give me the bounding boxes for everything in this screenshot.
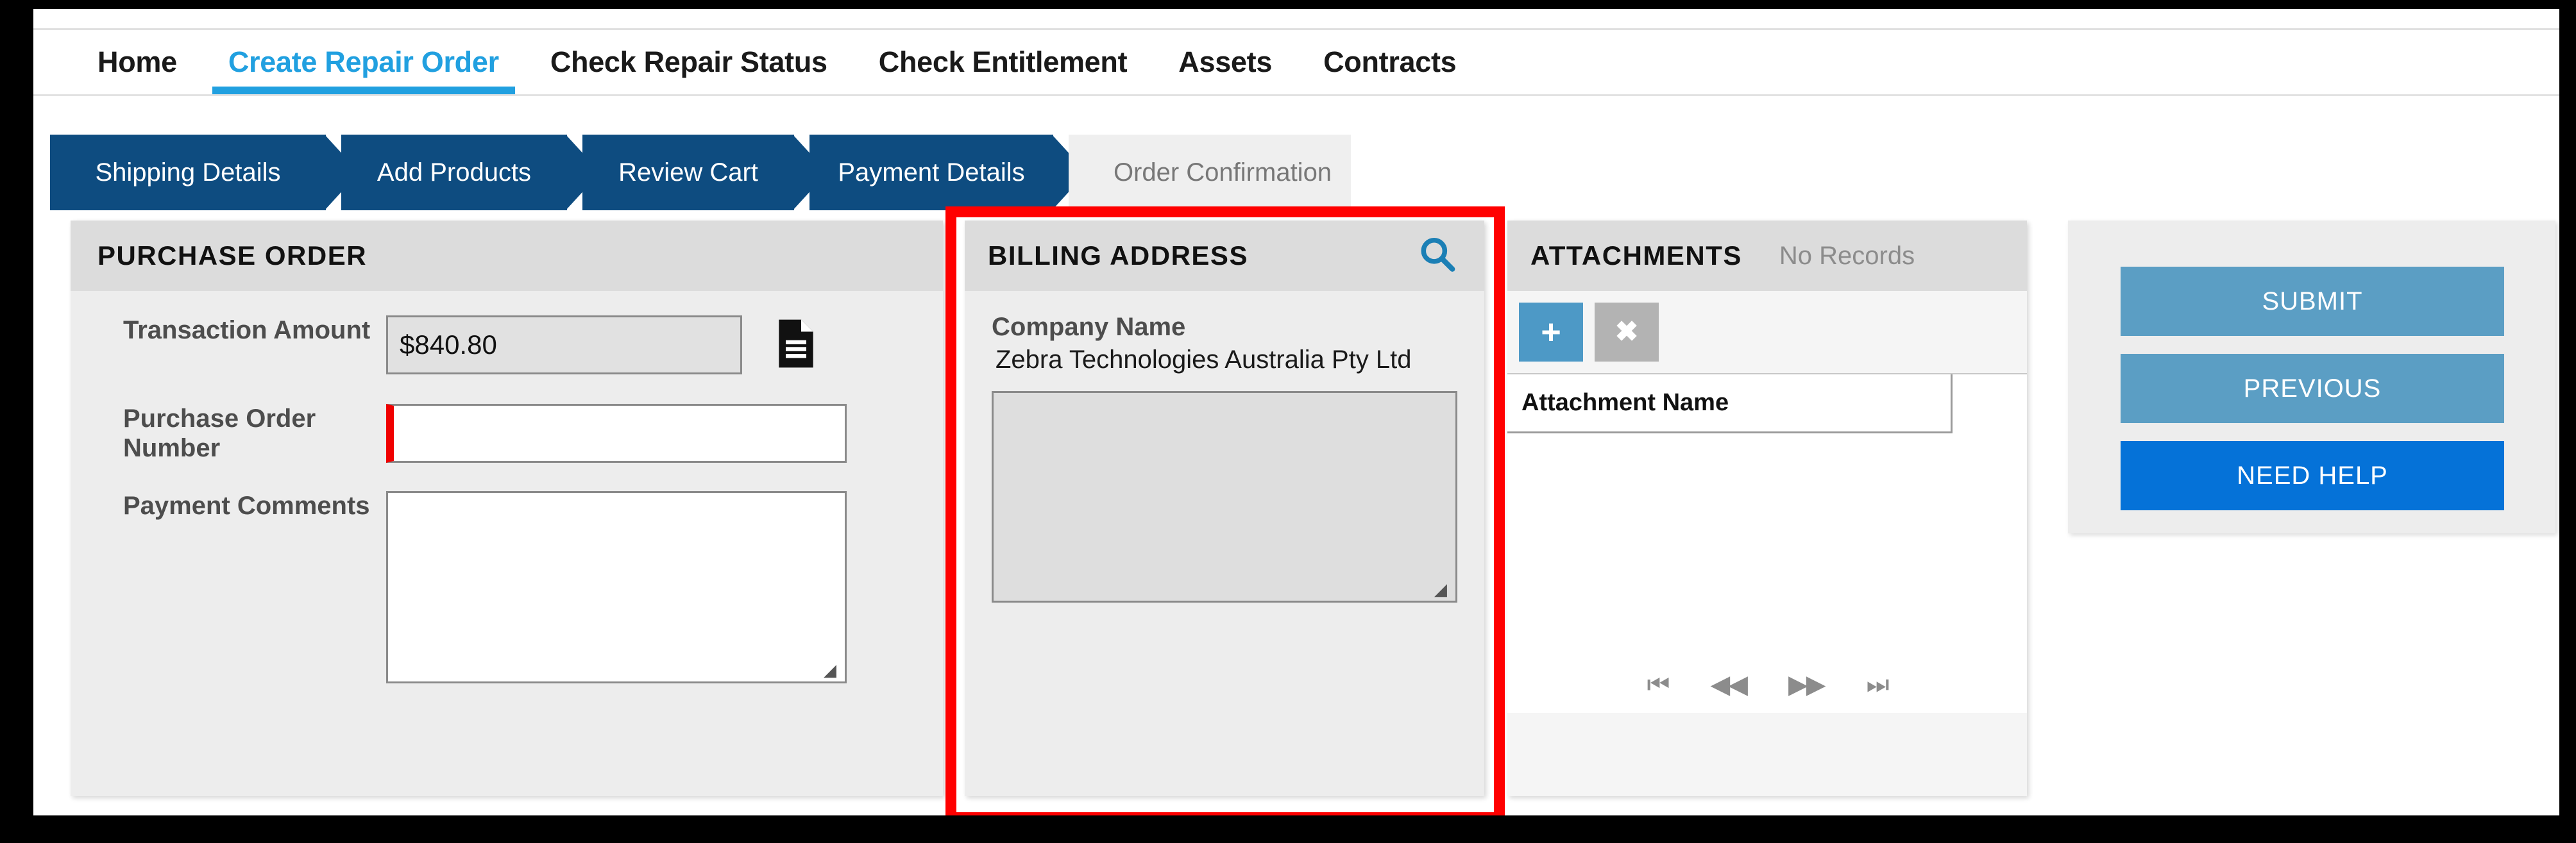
nav-item-assets[interactable]: Assets	[1153, 30, 1298, 94]
attachments-body: + ✖ Attachment Name ⏮ ◀◀ ▶▶ ⏭	[1507, 291, 2027, 713]
transaction-amount-value: $840.80	[386, 315, 742, 374]
payment-comments-textarea[interactable]: ◢	[386, 491, 847, 683]
add-attachment-button[interactable]: +	[1519, 303, 1583, 362]
screenshot-frame: Home Create Repair Order Check Repair St…	[0, 0, 2576, 843]
search-icon[interactable]	[1418, 235, 1457, 278]
po-number-input[interactable]	[386, 404, 847, 463]
po-number-row: Purchase Order Number	[71, 404, 943, 463]
purchase-order-body: Transaction Amount $840.80 Purchase Orde…	[71, 291, 943, 683]
billing-address-panel: BILLING ADDRESS Company Name Zebra Techn…	[965, 221, 1484, 796]
nav-item-label: Check Entitlement	[878, 46, 1128, 78]
resize-handle-icon[interactable]: ◢	[1434, 580, 1452, 598]
attachments-title: ATTACHMENTS	[1530, 240, 1742, 271]
nav-item-home[interactable]: Home	[72, 30, 203, 94]
billing-address-header: BILLING ADDRESS	[965, 221, 1484, 291]
previous-button[interactable]: PREVIOUS	[2121, 354, 2504, 423]
step-label: Add Products	[377, 158, 532, 187]
main-navigation: Home Create Repair Order Check Repair St…	[33, 28, 2559, 96]
transaction-amount-row: Transaction Amount $840.80	[71, 315, 943, 374]
nav-item-list: Home Create Repair Order Check Repair St…	[72, 30, 1482, 94]
nav-item-create-repair-order[interactable]: Create Repair Order	[203, 30, 525, 94]
app-page: Home Create Repair Order Check Repair St…	[33, 9, 2559, 815]
delete-attachment-button[interactable]: ✖	[1595, 303, 1659, 362]
attachment-name-column-header[interactable]: Attachment Name	[1507, 374, 1953, 433]
nav-item-label: Create Repair Order	[228, 46, 499, 78]
attachments-header: ATTACHMENTS No Records	[1507, 221, 2027, 291]
attachments-status-text: No Records	[1779, 241, 1915, 270]
step-label: Order Confirmation	[1113, 158, 1332, 187]
nav-item-label: Contracts	[1323, 46, 1457, 78]
step-label: Shipping Details	[95, 158, 281, 187]
payment-comments-row: Payment Comments ◢	[71, 491, 943, 683]
po-number-label: Purchase Order Number	[123, 405, 316, 462]
nav-item-check-repair-status[interactable]: Check Repair Status	[525, 30, 853, 94]
attachments-toolbar: + ✖	[1507, 291, 2027, 373]
purchase-order-panel: PURCHASE ORDER Transaction Amount $840.8…	[71, 221, 943, 796]
action-buttons-panel: SUBMIT PREVIOUS NEED HELP	[2068, 221, 2555, 533]
step-review-cart[interactable]: Review Cart	[582, 135, 827, 210]
next-page-button[interactable]: ▶▶	[1788, 672, 1826, 697]
attachments-pagination: ⏮ ◀◀ ▶▶ ⏭	[1507, 656, 2027, 713]
step-order-confirmation: Order Confirmation	[1069, 135, 1351, 210]
billing-address-textarea[interactable]: ◢	[992, 391, 1457, 603]
attachments-panel: ATTACHMENTS No Records + ✖ Attachment Na…	[1507, 221, 2027, 796]
step-shipping-details[interactable]: Shipping Details	[50, 135, 359, 210]
purchase-order-header: PURCHASE ORDER	[71, 221, 943, 291]
purchase-order-title: PURCHASE ORDER	[97, 240, 368, 271]
need-help-button[interactable]: NEED HELP	[2121, 441, 2504, 510]
document-icon[interactable]	[775, 319, 817, 371]
transaction-amount-label: Transaction Amount	[123, 316, 371, 344]
company-name-value: Zebra Technologies Australia Pty Ltd	[996, 346, 1412, 374]
company-name-label: Company Name	[992, 313, 1186, 341]
checkout-step-breadcrumb: Shipping Details Add Products Review Car…	[50, 135, 1351, 210]
nav-item-contracts[interactable]: Contracts	[1298, 30, 1482, 94]
step-payment-details[interactable]: Payment Details	[809, 135, 1087, 210]
billing-address-body: Company Name Zebra Technologies Australi…	[965, 291, 1484, 603]
submit-button[interactable]: SUBMIT	[2121, 267, 2504, 336]
nav-item-check-entitlement[interactable]: Check Entitlement	[853, 30, 1153, 94]
resize-handle-icon[interactable]: ◢	[824, 661, 842, 679]
last-page-button[interactable]: ⏭	[1867, 672, 1890, 697]
nav-item-label: Assets	[1178, 46, 1273, 78]
previous-page-button[interactable]: ◀◀	[1710, 672, 1748, 697]
first-page-button[interactable]: ⏮	[1647, 672, 1670, 697]
step-label: Review Cart	[618, 158, 758, 187]
payment-comments-label: Payment Comments	[123, 492, 370, 520]
billing-address-title: BILLING ADDRESS	[988, 240, 1248, 271]
nav-item-label: Check Repair Status	[550, 46, 827, 78]
step-label: Payment Details	[838, 158, 1025, 187]
attachments-table: Attachment Name ⏮ ◀◀ ▶▶ ⏭	[1507, 373, 2027, 713]
nav-item-label: Home	[97, 46, 177, 78]
step-add-products[interactable]: Add Products	[341, 135, 600, 210]
